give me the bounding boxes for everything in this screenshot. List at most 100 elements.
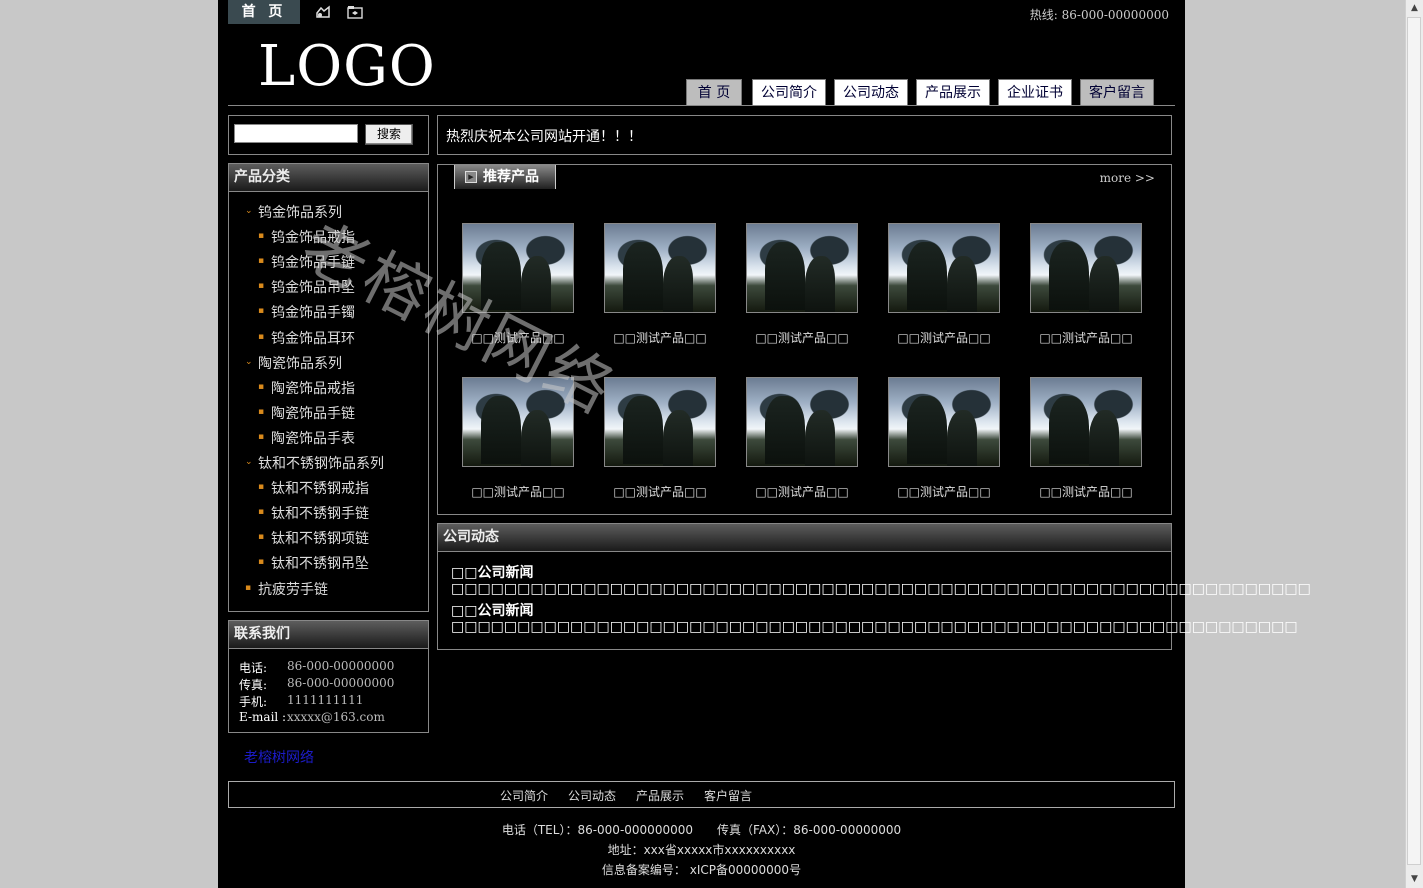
announcement-panel: 热烈庆祝本公司网站开通！！！ [437,115,1172,155]
nav-item[interactable]: 公司简介 [752,79,826,106]
product-name[interactable]: □□测试产品□□ [447,329,589,346]
category-item[interactable]: 陶瓷饰品系列 [258,353,342,373]
scroll-up-icon[interactable]: ▲ [1406,0,1423,17]
bullet-icon: ▪ [245,582,252,593]
product-image[interactable] [888,223,1000,313]
page: 首 页 热线: 86-000-00000000 LOGO 首 页公司简介 公司动态… [218,0,1311,888]
category-item[interactable]: 钛和不锈钢饰品系列 [258,453,384,473]
bullet-icon: ▪ [258,231,265,242]
category-item[interactable]: 钛和不锈钢项链 [271,528,369,548]
category-item[interactable]: 钛和不锈钢戒指 [271,478,369,498]
nav-item[interactable]: 客户留言 [1080,79,1154,106]
product-name[interactable]: □□测试产品□□ [447,483,589,500]
news-item[interactable]: □□公司新闻□□□□□□□□□□□□□□□□□□□□□□□□□□□□□□□□□□… [451,603,1298,635]
category-item[interactable]: 钨金饰品系列 [258,202,342,222]
recommended-tab: ▶ 推荐产品 [454,165,556,189]
bullet-icon: ▪ [258,557,265,568]
product-name[interactable]: □□测试产品□□ [873,329,1015,346]
category-item[interactable]: 钨金饰品耳环 [271,328,355,348]
footer-icp: 信息备案编号： xICP备00000000号 [601,863,802,877]
contact-row: 电话: 86-000-00000000 [239,659,394,676]
category-item[interactable]: 钨金饰品戒指 [271,227,355,247]
news-item[interactable]: □□公司新闻□□□□□□□□□□□□□□□□□□□□□□□□□□□□□□□□□□… [451,565,1311,597]
nav-divider [228,105,1175,106]
contact-value: xxxxx@163.com [287,710,385,724]
contact-value: 86-000-00000000 [287,659,395,673]
bullet-icon: ▪ [258,431,265,442]
nav-item[interactable]: 公司动态 [834,79,908,106]
contact-panel: 联系我们 电话: 86-000-00000000 传真: 86-000-0000000… [228,620,429,733]
contact-value: 86-000-00000000 [287,676,395,690]
category-item[interactable]: 钛和不锈钢吊坠 [271,553,369,573]
footer-address: 地址：xxx省xxxxx市xxxxxxxxxx [607,843,796,857]
more-link[interactable]: more >> [1100,171,1155,185]
top-home-link[interactable]: 首 页 [228,0,300,24]
product-image[interactable] [746,377,858,467]
product-name[interactable]: □□测试产品□□ [589,329,731,346]
bullet-icon: ▪ [258,281,265,292]
category-item[interactable]: 钨金饰品手链 [271,252,355,272]
product-image[interactable] [746,223,858,313]
scroll-down-icon[interactable]: ▼ [1406,871,1423,888]
hotline: 热线: 86-000-00000000 [1029,8,1169,22]
search-panel: 搜索 [228,115,429,155]
bullet-icon: ▪ [258,256,265,267]
recommended-panel: ▶ 推荐产品 more >> □□测试产品□□ □□测试产品□□ □□测试产品□□ □… [437,164,1172,515]
search-button[interactable]: 搜索 [365,124,413,145]
product-image[interactable] [888,377,1000,467]
footer-link[interactable]: 公司动态 [568,787,616,804]
footer-link[interactable]: 产品展示 [636,787,684,804]
product-image[interactable] [462,377,574,467]
product-name[interactable]: □□测试产品□□ [1015,483,1157,500]
bullet-icon: ▪ [258,482,265,493]
nav-item[interactable]: 企业证书 [998,79,1072,106]
category-item[interactable]: 陶瓷饰品戒指 [271,378,355,398]
product-name[interactable]: □□测试产品□□ [873,483,1015,500]
nav-item[interactable]: 产品展示 [916,79,990,106]
bullet-icon: ▪ [258,532,265,543]
expand-chevron-icon: ⌄ [245,457,253,467]
vertical-scrollbar[interactable]: ▲ ▼ [1405,0,1423,888]
footer-phone: 电话（TEL）：86-000-000000000 传真（FAX）：86-000-… [501,823,902,837]
expand-chevron-icon: ⌄ [245,206,253,216]
folder-icon[interactable] [347,5,363,19]
contact-row: 传真: 86-000-00000000 [239,676,394,693]
category-item[interactable]: 抗疲劳手链 [258,579,328,599]
nav-item[interactable]: 首 页 [686,79,742,106]
product-image[interactable] [462,223,574,313]
product-name[interactable]: □□测试产品□□ [1015,329,1157,346]
footer-link[interactable]: 客户留言 [704,787,752,804]
search-input[interactable] [234,124,358,143]
bullet-icon: ▪ [258,406,265,417]
friend-link[interactable]: 老榕树网络 [244,747,314,767]
product-image[interactable] [604,223,716,313]
bullet-icon: ▪ [258,331,265,342]
site-logo[interactable]: LOGO [258,34,436,99]
news-title: 公司动态 [438,524,1171,552]
footer-nav: 公司简介 公司动态 产品展示 客户留言 [228,781,1175,808]
category-item[interactable]: 陶瓷饰品手表 [271,428,355,448]
footer-link[interactable]: 公司简介 [500,787,548,804]
contact-value: 1111111111 [287,693,364,707]
recommended-title: 推荐产品 [483,169,539,185]
scroll-thumb[interactable] [1407,17,1421,865]
category-item[interactable]: 陶瓷饰品手链 [271,403,355,423]
product-name[interactable]: □□测试产品□□ [731,483,873,500]
bullet-icon: ▪ [258,507,265,518]
contact-title: 联系我们 [229,621,428,649]
product-name[interactable]: □□测试产品□□ [731,329,873,346]
bullet-icon: ▪ [258,381,265,392]
bookmark-icon[interactable] [315,5,331,19]
category-item[interactable]: 钛和不锈钢手链 [271,503,369,523]
category-item[interactable]: 钨金饰品手镯 [271,302,355,322]
product-image[interactable] [1030,377,1142,467]
news-panel: 公司动态 □□公司新闻□□□□□□□□□□□□□□□□□□□□□□□□□□□□□… [437,523,1311,650]
product-image[interactable] [1030,223,1142,313]
contact-label: 传真: [239,678,268,692]
category-title: 产品分类 [229,164,428,192]
product-name[interactable]: □□测试产品□□ [589,483,731,500]
play-arrow-icon: ▶ [465,171,477,183]
product-image[interactable] [604,377,716,467]
category-item[interactable]: 钨金饰品吊坠 [271,277,355,297]
category-panel: 产品分类 ⌄ 钨金饰品系列 ▪ 钨金饰品戒指 ▪ 钨金饰品手链 ▪ 钨金饰品吊坠 ▪ 钨金饰品手镯… [228,163,429,612]
